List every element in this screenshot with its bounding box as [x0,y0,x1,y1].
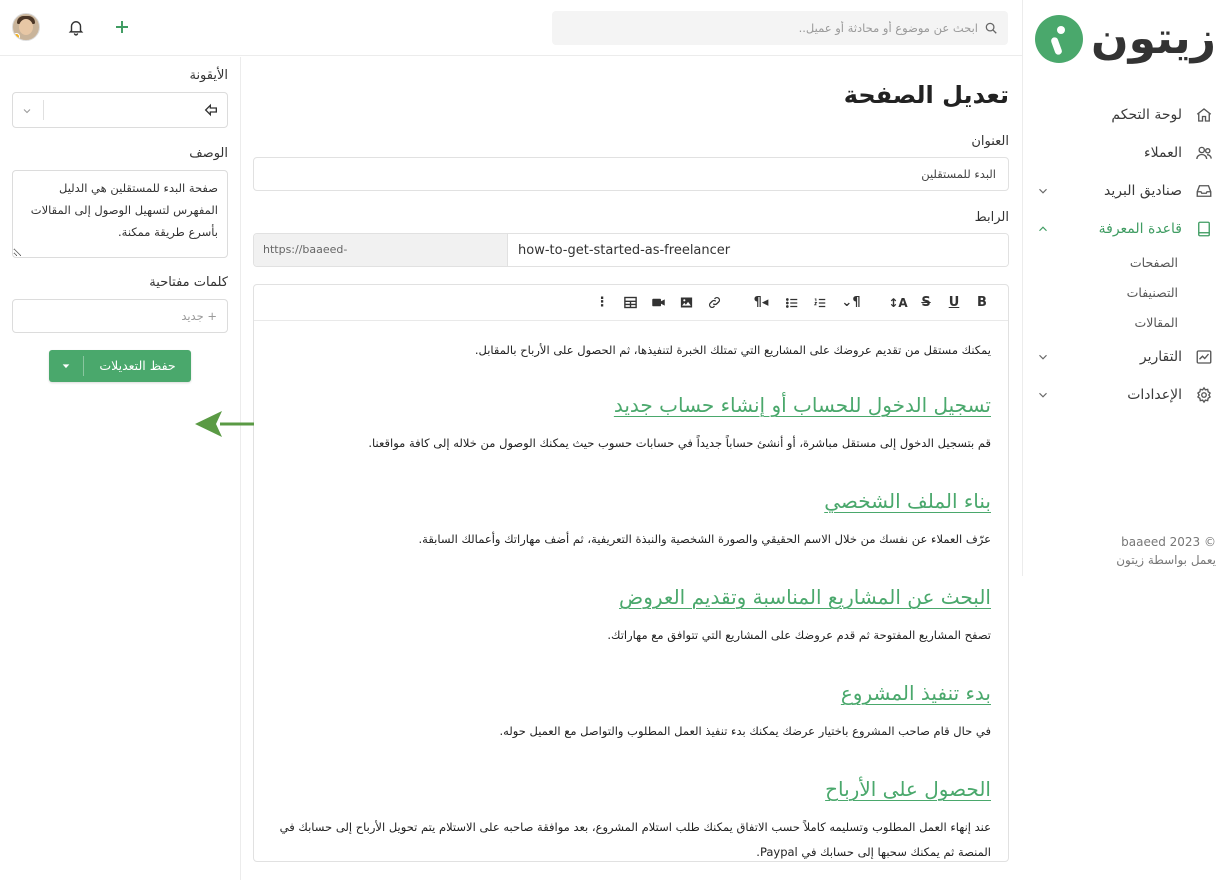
plus-icon[interactable] [112,17,132,37]
sidebar-item-label: لوحة التحكم [1111,107,1182,123]
bell-icon[interactable] [66,17,86,37]
chevron-down-icon[interactable] [1036,388,1050,402]
logo-mark-icon [1035,15,1084,63]
section-heading: البحث عن المشاريع المناسبة وتقديم العروض [619,585,991,609]
top-bar [0,0,1022,56]
image-icon[interactable] [674,291,698,315]
keywords-input[interactable] [13,300,227,332]
sidebar-subitem-pages[interactable]: الصفحات [1022,248,1178,278]
sidebar: زيتون لوحة التحكم العملاء صناديق البريد [1022,0,1230,576]
users-icon [1194,143,1214,163]
section-heading: بناء الملف الشخصي [824,489,991,513]
search-input[interactable] [552,12,984,44]
editor-content[interactable]: يمكنك مستقل من تقديم عروضك على المشاريع … [254,321,1008,865]
section-body: عند إنهاء العمل المطلوب وتسليمه كاملاً ح… [279,820,991,859]
arrow-left-icon [204,103,217,117]
video-icon[interactable] [646,291,670,315]
save-changes-button[interactable]: حفظ التعديلات [84,350,191,382]
sidebar-item-label: التقارير [1139,349,1182,365]
sidebar-item-label: الإعدادات [1127,387,1182,403]
strikethrough-icon[interactable]: S [914,291,938,315]
url-field: https://baaeed-dev.zaetoon.hsoubdev.com/… [253,233,1009,267]
section-body: تصفح المشاريع المفتوحة ثم قدم عروضك على … [607,628,991,642]
table-icon[interactable] [618,291,642,315]
chart-icon [1194,347,1214,367]
description-textarea[interactable]: صفحة البدء للمستقلين هي الدليل المفهرس ل… [12,170,228,258]
link-icon[interactable] [702,291,726,315]
edit-page-form: تعديل الصفحة العنوان الرابط https://baae… [240,57,1022,880]
user-avatar[interactable] [12,13,40,41]
link-label: الرابط [974,210,1009,225]
paragraph-icon[interactable]: ¶⌄ [836,291,866,315]
caret-down-icon [62,364,70,369]
section-body: عرّف العملاء عن نفسك من خلال الاسم الحقي… [418,532,991,546]
section-body: في حال قام صاحب المشروع باختيار عرضك يمك… [499,724,991,738]
section-heading: الحصول على الأرباح [825,777,991,801]
sidebar-item-label: قاعدة المعرفة [1098,221,1182,237]
sidebar-item-label: العملاء [1144,145,1182,161]
search-box[interactable] [552,11,1008,45]
brand-logo[interactable]: زيتون [1035,10,1217,68]
sidebar-subitem-categories[interactable]: التصنيفات [1022,278,1178,308]
text-size-icon[interactable]: A↕ [886,291,910,315]
book-icon [1194,219,1214,239]
page-title: تعديل الصفحة [843,81,1009,109]
powered-by-text: يعمل بواسطة زيتون [1116,553,1216,567]
page-settings-panel: الأيقونة الوصف صفحة البدء للمستقلين هي ا… [0,57,254,577]
sidebar-item-customers[interactable]: العملاء [1022,134,1230,172]
url-prefix: https://baaeed-dev.zaetoon.hsoubdev.com/… [254,234,508,266]
sidebar-subitem-articles[interactable]: المقالات [1022,308,1178,338]
chevron-down-icon[interactable] [1036,184,1050,198]
description-label: الوصف [189,146,228,161]
knowledge-base-submenu: الصفحات التصنيفات المقالات [1022,248,1230,338]
bullet-list-icon[interactable] [780,291,804,315]
sidebar-nav: لوحة التحكم العملاء صناديق البريد قاعدة … [1022,96,1230,414]
section-heading: بدء تنفيذ المشروع [840,681,991,705]
online-status-dot [13,33,20,40]
paragraph-direction-icon[interactable]: ◂¶ [746,291,776,315]
rich-text-editor[interactable]: B U S A↕ ¶⌄ ◂¶ ⋮ يمكنك مستقل من تقديم عر… [253,284,1009,862]
title-field[interactable] [253,157,1009,191]
logo-text: زيتون [1091,13,1217,64]
section-heading: تسجيل الدخول للحساب أو إنشاء حساب جديد [613,393,991,417]
sidebar-item-settings[interactable]: الإعدادات [1022,376,1230,414]
sidebar-item-label: صناديق البريد [1104,183,1182,199]
title-label: العنوان [971,134,1009,149]
underline-icon[interactable]: U [942,291,966,315]
save-options-dropdown[interactable] [49,350,83,382]
save-changes-button-group: حفظ التعديلات [49,350,191,382]
keywords-field[interactable] [12,299,228,333]
pointer-arrow-icon [195,411,254,437]
top-actions [12,13,132,41]
intro-paragraph: يمكنك مستقل من تقديم عروضك على المشاريع … [474,343,991,357]
icon-select[interactable] [12,92,228,128]
keywords-label: كلمات مفتاحية [149,275,228,290]
chevron-down-icon[interactable] [21,105,33,117]
search-icon [985,22,997,34]
ordered-list-icon[interactable] [808,291,832,315]
section-body: قم بتسجيل الدخول إلى مستقل مباشرة، أو أن… [368,436,991,450]
bold-icon[interactable]: B [970,291,994,315]
title-input[interactable] [254,158,1008,190]
chevron-down-icon[interactable] [1036,350,1050,364]
home-icon [1194,105,1214,125]
sidebar-item-knowledge-base[interactable]: قاعدة المعرفة [1022,210,1230,248]
footer-credits: baaeed 2023 © يعمل بواسطة زيتون [1116,533,1216,569]
url-slug-input[interactable] [508,234,1008,266]
copyright-text: baaeed 2023 © [1121,535,1216,549]
editor-toolbar: B U S A↕ ¶⌄ ◂¶ ⋮ [254,285,1008,321]
sidebar-item-dashboard[interactable]: لوحة التحكم [1022,96,1230,134]
sidebar-item-mailboxes[interactable]: صناديق البريد [1022,172,1230,210]
sidebar-item-reports[interactable]: التقارير [1022,338,1230,376]
more-icon[interactable]: ⋮ [590,291,614,315]
chevron-up-icon[interactable] [1036,222,1050,236]
icon-label: الأيقونة [189,68,228,83]
inbox-icon [1194,181,1214,201]
gear-icon [1194,385,1214,405]
